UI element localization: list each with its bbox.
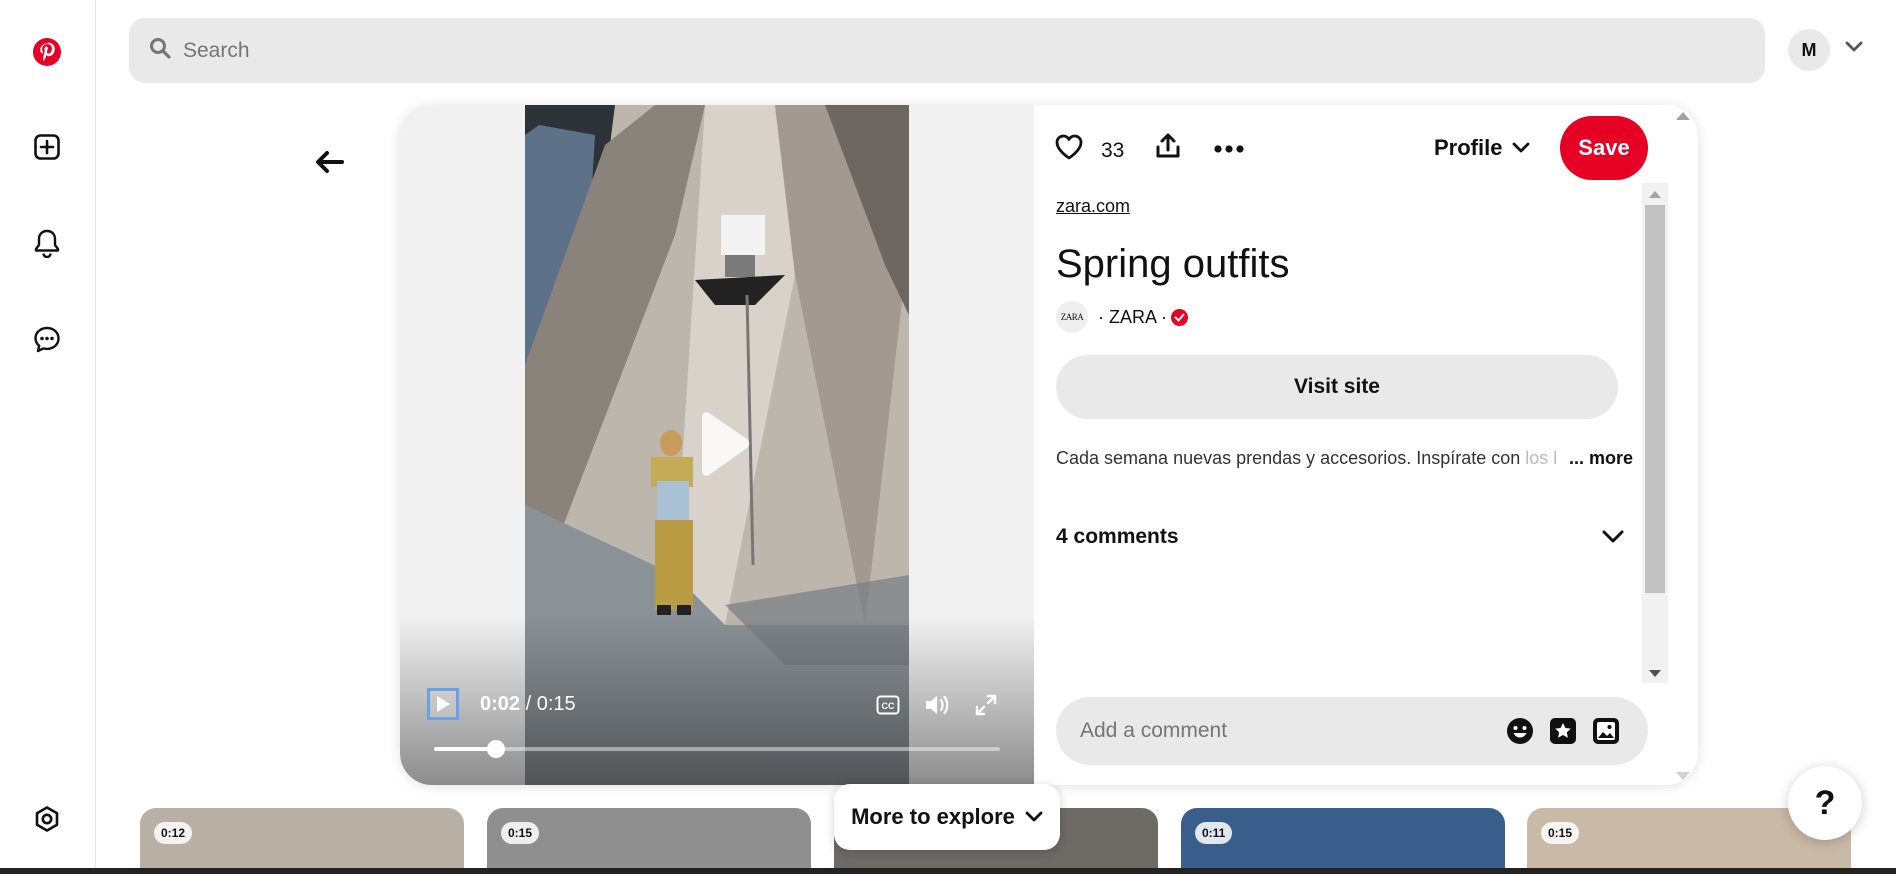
scrollbar-thumb[interactable] bbox=[1645, 205, 1665, 593]
save-button[interactable]: Save bbox=[1560, 116, 1648, 180]
explore-pin-thumbnail[interactable]: 0:12 bbox=[140, 808, 464, 874]
video-duration-badge: 0:15 bbox=[501, 822, 540, 844]
fullscreen-icon[interactable] bbox=[974, 693, 998, 722]
volume-icon[interactable] bbox=[924, 693, 950, 722]
time-separator: / bbox=[520, 693, 537, 715]
comments-count: 4 comments bbox=[1056, 525, 1179, 548]
page-scroll-down-arrow[interactable] bbox=[1676, 772, 1690, 780]
source-link[interactable]: zara.com bbox=[1056, 196, 1130, 217]
explore-pin-thumbnail[interactable]: 0:15 bbox=[487, 808, 811, 874]
creator-avatar[interactable]: ZARA bbox=[1056, 301, 1088, 333]
scroll-up-arrow[interactable] bbox=[1649, 191, 1661, 198]
description-text: Cada semana nuevas prendas y accesorios.… bbox=[1056, 448, 1521, 468]
current-time: 0:02 bbox=[480, 693, 521, 715]
video-duration-badge: 0:12 bbox=[154, 822, 193, 844]
video-time: 0:02 / 0:15 bbox=[480, 693, 576, 716]
image-upload-icon[interactable] bbox=[1592, 717, 1620, 750]
total-duration: 0:15 bbox=[536, 693, 576, 715]
video-progress-bar[interactable] bbox=[434, 740, 1000, 758]
play-pause-button[interactable] bbox=[427, 688, 459, 720]
account-avatar[interactable]: M bbox=[1788, 29, 1830, 71]
search-input[interactable] bbox=[183, 38, 1683, 63]
large-play-icon[interactable] bbox=[696, 411, 752, 484]
play-icon bbox=[437, 696, 450, 712]
pinterest-logo-icon[interactable] bbox=[26, 31, 68, 73]
back-arrow-icon[interactable] bbox=[312, 148, 346, 181]
video-duration-badge: 0:11 bbox=[1195, 822, 1233, 844]
pin-description: Cada semana nuevas prendas y accesorios.… bbox=[1056, 448, 1636, 469]
board-select-label: Profile bbox=[1434, 135, 1503, 160]
chevron-down-icon bbox=[1602, 530, 1624, 543]
verified-badge-icon bbox=[1171, 308, 1189, 326]
more-link[interactable]: ... more bbox=[1565, 448, 1634, 469]
video-player[interactable]: 0:02 / 0:15 CC bbox=[400, 105, 1034, 785]
visit-site-button[interactable]: Visit site bbox=[1056, 355, 1618, 419]
creator-name[interactable]: · ZARA · bbox=[1098, 307, 1167, 328]
pin-details-scroll[interactable]: zara.com Spring outfits ZARA · ZARA · Vi… bbox=[1056, 180, 1636, 680]
explore-pin-thumbnail[interactable]: 0:11 bbox=[1181, 808, 1505, 874]
pin-closeup-page: M bbox=[0, 0, 1896, 874]
pin-title: Spring outfits bbox=[1056, 242, 1290, 286]
search-bar[interactable] bbox=[129, 18, 1765, 83]
page-scroll-up-arrow[interactable] bbox=[1676, 112, 1690, 120]
create-icon[interactable] bbox=[26, 126, 68, 168]
like-count: 33 bbox=[1101, 139, 1125, 162]
details-scrollbar[interactable] bbox=[1642, 183, 1668, 683]
chevron-down-icon bbox=[1025, 811, 1043, 822]
pin-details-panel: 33 Profile Save zara.com Spring outfits … bbox=[1034, 105, 1698, 785]
svg-text:CC: CC bbox=[882, 701, 895, 711]
closed-captions-icon[interactable]: CC bbox=[876, 695, 900, 720]
search-icon bbox=[149, 37, 171, 64]
window-bottom-edge bbox=[0, 868, 1896, 874]
more-to-explore-button[interactable]: More to explore bbox=[834, 784, 1060, 850]
pin-card: 0:02 / 0:15 CC 33 Profile Save zara.com … bbox=[400, 105, 1698, 785]
heart-icon[interactable] bbox=[1054, 133, 1084, 166]
sticker-icon[interactable] bbox=[1549, 717, 1577, 750]
settings-icon[interactable] bbox=[26, 798, 68, 840]
more-to-explore-label: More to explore bbox=[851, 804, 1015, 829]
left-navigation bbox=[0, 0, 96, 874]
comment-composer[interactable] bbox=[1056, 697, 1648, 765]
scroll-down-arrow[interactable] bbox=[1649, 670, 1661, 677]
account-menu-chevron-down-icon[interactable] bbox=[1844, 40, 1864, 59]
comments-toggle[interactable]: 4 comments bbox=[1056, 525, 1624, 549]
more-options-icon[interactable] bbox=[1214, 141, 1244, 159]
emoji-icon[interactable] bbox=[1506, 717, 1534, 750]
board-select-dropdown[interactable]: Profile bbox=[1434, 135, 1530, 161]
creator-info[interactable]: ZARA · ZARA · bbox=[1056, 301, 1189, 333]
video-duration-badge: 0:15 bbox=[1541, 822, 1580, 844]
description-truncated-text: los l bbox=[1525, 448, 1558, 468]
chevron-down-icon bbox=[1513, 142, 1530, 153]
comment-input[interactable] bbox=[1080, 719, 1480, 743]
help-button[interactable]: ? bbox=[1788, 766, 1862, 840]
notifications-icon[interactable] bbox=[26, 222, 68, 264]
share-icon[interactable] bbox=[1154, 131, 1182, 166]
messages-icon[interactable] bbox=[26, 318, 68, 360]
